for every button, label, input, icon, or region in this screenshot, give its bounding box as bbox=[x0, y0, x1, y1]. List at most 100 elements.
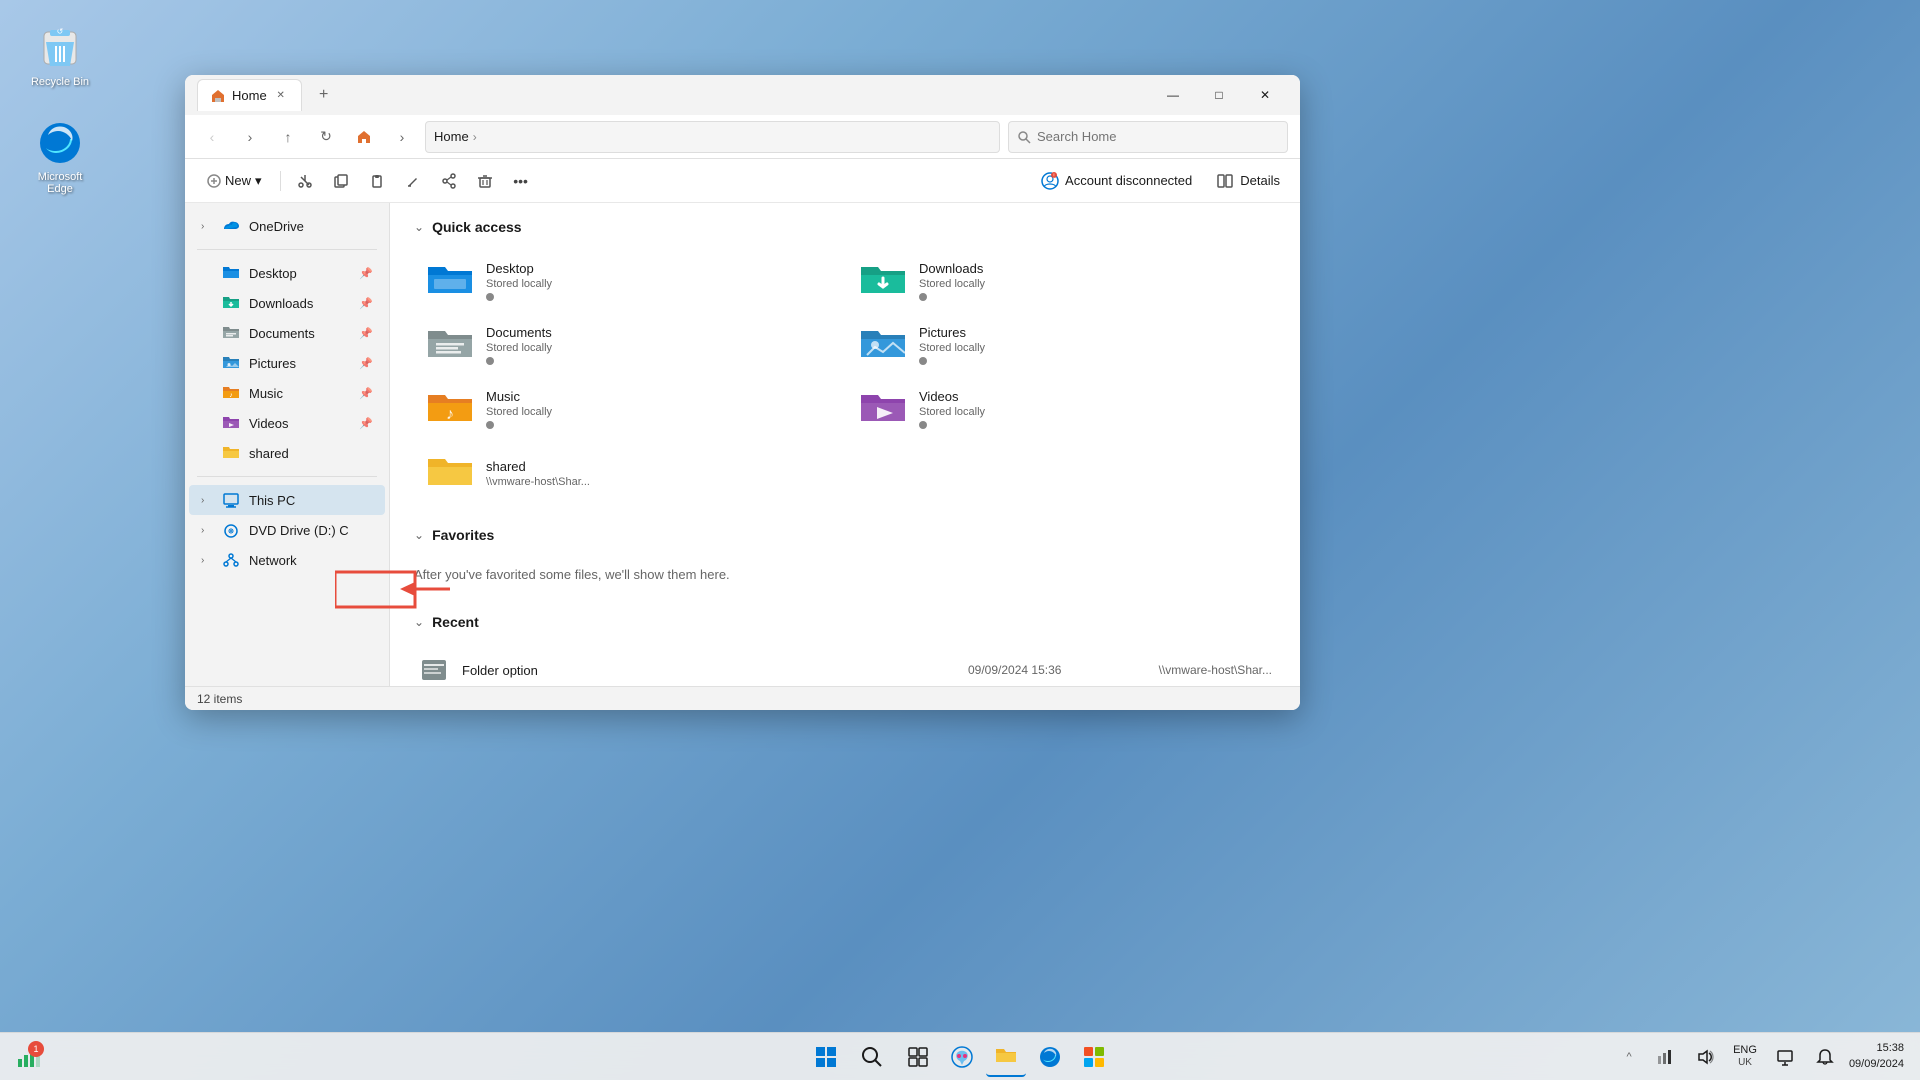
sidebar-network-label: Network bbox=[249, 553, 373, 568]
new-tab-button[interactable]: + bbox=[310, 81, 338, 109]
copy-button[interactable] bbox=[325, 165, 357, 197]
documents-folder-card-icon bbox=[426, 325, 474, 365]
desktop-icon-edge[interactable]: Microsoft Edge bbox=[20, 115, 100, 199]
up-button[interactable]: ↑ bbox=[273, 122, 303, 152]
quick-access-header[interactable]: ⌄ Quick access bbox=[414, 219, 1276, 235]
item-count: 12 items bbox=[197, 692, 242, 706]
breadcrumb[interactable]: Home › bbox=[425, 121, 1000, 153]
search-input[interactable] bbox=[1037, 129, 1279, 144]
start-button[interactable] bbox=[806, 1037, 846, 1077]
language-label: ENG bbox=[1733, 1044, 1757, 1057]
sidebar-item-dvd[interactable]: › DVD Drive (D:) C bbox=[189, 515, 385, 545]
edge-icon bbox=[36, 119, 84, 167]
tray-expand-button[interactable]: ^ bbox=[1617, 1037, 1641, 1077]
folder-card-pictures[interactable]: Pictures Stored locally bbox=[847, 315, 1276, 375]
toolbar-separator-1 bbox=[280, 171, 281, 191]
tab-home-icon bbox=[210, 88, 226, 104]
share-button[interactable] bbox=[433, 165, 465, 197]
downloads-folder-path: Stored locally bbox=[919, 278, 985, 290]
sidebar-item-onedrive[interactable]: › OneDrive bbox=[189, 211, 385, 241]
status-bar: 12 items bbox=[185, 686, 1300, 710]
network-tray-icon bbox=[1656, 1048, 1674, 1066]
music-folder-icon: ♪ bbox=[221, 383, 241, 403]
search-icon bbox=[1017, 130, 1031, 144]
display-button[interactable] bbox=[1769, 1037, 1801, 1077]
breadcrumb-separator: › bbox=[473, 130, 477, 144]
downloads-folder-card-icon bbox=[859, 261, 907, 301]
taskbar-edge-button[interactable] bbox=[1030, 1037, 1070, 1077]
folder-card-music[interactable]: ♪ Music Stored locally bbox=[414, 379, 843, 439]
taskbar-file-explorer-button[interactable] bbox=[986, 1037, 1026, 1077]
language-button[interactable]: ENG UK bbox=[1729, 1037, 1761, 1077]
forward-button[interactable]: › bbox=[235, 122, 265, 152]
sidebar-item-music[interactable]: ♪ Music 📌 bbox=[189, 378, 385, 408]
notification-button[interactable] bbox=[1809, 1037, 1841, 1077]
copilot-button[interactable] bbox=[942, 1037, 982, 1077]
sidebar-divider-2 bbox=[197, 476, 377, 477]
network-icon bbox=[221, 550, 241, 570]
account-button[interactable]: ! Account disconnected bbox=[1033, 168, 1200, 194]
sidebar-item-desktop[interactable]: Desktop 📌 bbox=[189, 258, 385, 288]
toolbar-right: ! Account disconnected Details bbox=[1033, 168, 1288, 194]
svg-text:♪: ♪ bbox=[229, 392, 233, 399]
tab-close-button[interactable]: ✕ bbox=[273, 88, 289, 104]
close-button[interactable]: ✕ bbox=[1242, 79, 1288, 111]
folder-card-desktop[interactable]: Desktop Stored locally bbox=[414, 251, 843, 311]
favorites-header[interactable]: ⌄ Favorites bbox=[414, 527, 1276, 543]
quick-access-grid: Desktop Stored locally bbox=[414, 251, 1276, 503]
sidebar-item-pictures[interactable]: Pictures 📌 bbox=[189, 348, 385, 378]
recent-header[interactable]: ⌄ Recent bbox=[414, 614, 1276, 630]
details-button[interactable]: Details bbox=[1208, 168, 1288, 194]
desktop-icon-recycle-bin[interactable]: ↺ Recycle Bin bbox=[20, 20, 100, 92]
edge-label: Microsoft Edge bbox=[24, 171, 96, 195]
downloads-pin-icon: 📌 bbox=[359, 297, 373, 310]
folder-card-videos[interactable]: Videos Stored locally bbox=[847, 379, 1276, 439]
desktop: ↺ Recycle Bin Microsoft Edge bbox=[0, 0, 1920, 1080]
signal-icon-container[interactable]: 1 bbox=[8, 1037, 48, 1077]
folder-card-documents[interactable]: Documents Stored locally bbox=[414, 315, 843, 375]
network-tray-button[interactable] bbox=[1649, 1037, 1681, 1077]
folder-card-shared[interactable]: shared \\vmware-host\Shar... bbox=[414, 443, 843, 503]
explorer-tab[interactable]: Home ✕ bbox=[197, 79, 302, 111]
display-icon bbox=[1776, 1048, 1794, 1066]
back-button[interactable]: ‹ bbox=[197, 122, 227, 152]
volume-button[interactable] bbox=[1689, 1037, 1721, 1077]
refresh-button[interactable]: ↻ bbox=[311, 122, 341, 152]
task-view-button[interactable] bbox=[898, 1037, 938, 1077]
new-button-label: New bbox=[225, 173, 251, 188]
network-expand: › bbox=[201, 555, 213, 566]
copilot-icon bbox=[950, 1045, 974, 1069]
minimize-button[interactable]: — bbox=[1150, 79, 1196, 111]
desktop-folder-card-icon bbox=[426, 261, 474, 301]
taskbar-search-button[interactable] bbox=[850, 1037, 894, 1077]
music-folder-path: Stored locally bbox=[486, 406, 552, 418]
system-clock[interactable]: 15:38 09/09/2024 bbox=[1849, 1041, 1904, 1072]
search-box[interactable] bbox=[1008, 121, 1288, 153]
cut-button[interactable] bbox=[289, 165, 321, 197]
sidebar-music-label: Music bbox=[249, 386, 351, 401]
pictures-folder-icon bbox=[221, 353, 241, 373]
desktop-folder-name: Desktop bbox=[486, 261, 552, 276]
rename-button[interactable] bbox=[397, 165, 429, 197]
recent-item-folder-option[interactable]: Folder option 09/09/2024 15:36 \\vmware-… bbox=[414, 646, 1276, 686]
taskbar-left: 1 bbox=[8, 1037, 48, 1077]
videos-pin-icon: 📌 bbox=[359, 417, 373, 430]
folder-card-downloads[interactable]: Downloads Stored locally bbox=[847, 251, 1276, 311]
sidebar-item-downloads[interactable]: Downloads 📌 bbox=[189, 288, 385, 318]
maximize-button[interactable]: □ bbox=[1196, 79, 1242, 111]
breadcrumb-arrow[interactable]: › bbox=[387, 122, 417, 152]
store-button[interactable] bbox=[1074, 1037, 1114, 1077]
pictures-folder-card-icon bbox=[859, 325, 907, 365]
new-button[interactable]: New ▾ bbox=[197, 165, 272, 197]
sidebar-item-this-pc[interactable]: › This PC bbox=[189, 485, 385, 515]
delete-button[interactable] bbox=[469, 165, 501, 197]
more-button[interactable]: ••• bbox=[505, 165, 537, 197]
sidebar-item-videos[interactable]: Videos 📌 bbox=[189, 408, 385, 438]
sidebar-item-network[interactable]: › Network bbox=[189, 545, 385, 575]
explorer-window: Home ✕ + — □ ✕ ‹ › ↑ ↻ bbox=[185, 75, 1300, 710]
sidebar-item-shared[interactable]: shared bbox=[189, 438, 385, 468]
sidebar-item-documents[interactable]: Documents 📌 bbox=[189, 318, 385, 348]
sidebar-desktop-label: Desktop bbox=[249, 266, 351, 281]
paste-button[interactable] bbox=[361, 165, 393, 197]
home-button[interactable] bbox=[349, 122, 379, 152]
